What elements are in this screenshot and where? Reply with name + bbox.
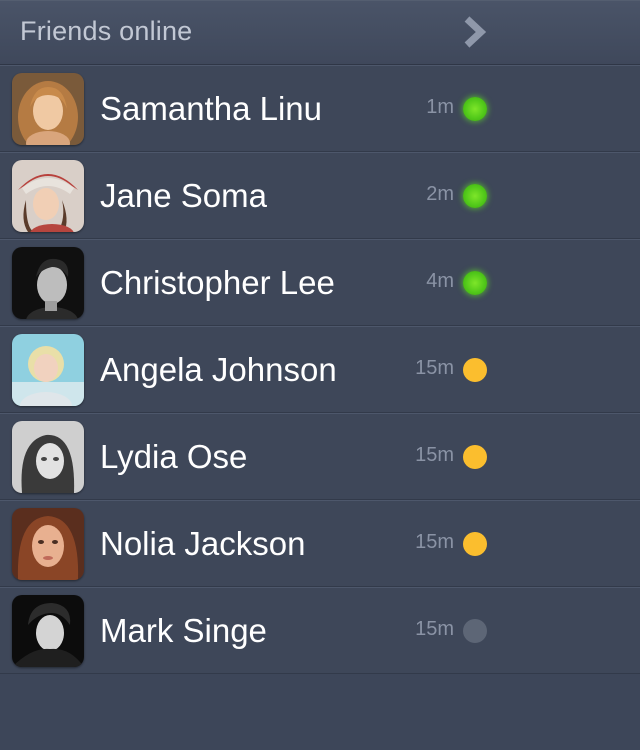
offline-status-icon [463,619,487,643]
last-seen-time: 1m [426,96,454,118]
friends-online-header[interactable]: Friends online [0,0,640,65]
friend-name: Nolia Jackson [100,525,306,562]
friend-name: Mark Singe [100,612,267,649]
friend-row[interactable]: Mark Singe 15m [0,587,640,674]
away-status-icon [463,358,487,382]
friend-name: Christopher Lee [100,264,335,301]
friend-row[interactable]: Lydia Ose 15m [0,413,640,500]
last-seen-time: 15m [415,618,454,640]
avatar [12,334,84,406]
avatar [12,595,84,667]
avatar [12,73,84,145]
last-seen-time: 4m [426,270,454,292]
list-footer [0,674,640,744]
friend-name: Samantha Linu [100,90,322,127]
friend-row[interactable]: Nolia Jackson 15m [0,500,640,587]
friend-name: Lydia Ose [100,438,248,475]
avatar [12,160,84,232]
avatar [12,421,84,493]
friend-name: Angela Johnson [100,351,337,388]
online-status-icon [463,271,487,295]
header-title: Friends online [20,16,193,46]
avatar [12,508,84,580]
last-seen-time: 2m [426,183,454,205]
friend-row[interactable]: Samantha Linu 1m [0,65,640,152]
online-status-icon [463,97,487,121]
last-seen-time: 15m [415,444,454,466]
last-seen-time: 15m [415,531,454,553]
friend-row[interactable]: Jane Soma 2m [0,152,640,239]
friend-name: Jane Soma [100,177,267,214]
friend-row[interactable]: Angela Johnson 15m [0,326,640,413]
last-seen-time: 15m [415,357,454,379]
away-status-icon [463,532,487,556]
chevron-right-icon[interactable] [462,16,488,48]
friends-online-panel: Friends online Samantha Linu 1m Jane Som… [0,0,640,750]
online-status-icon [463,184,487,208]
avatar [12,247,84,319]
away-status-icon [463,445,487,469]
friend-row[interactable]: Christopher Lee 4m [0,239,640,326]
